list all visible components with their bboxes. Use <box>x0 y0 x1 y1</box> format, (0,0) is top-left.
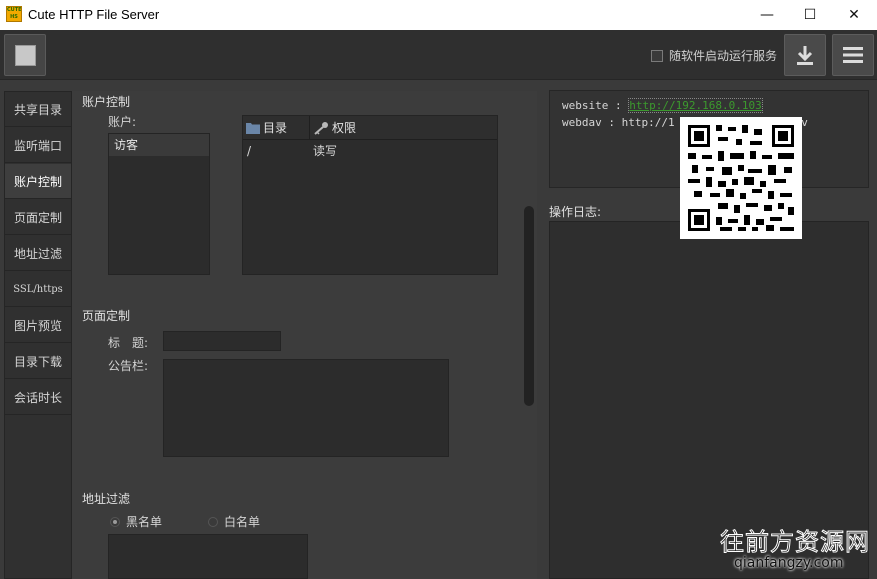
autostart-checkbox[interactable] <box>651 49 663 62</box>
sidebar-item-image-preview[interactable]: 图片预览 <box>5 308 71 343</box>
table-row[interactable]: / 读写 <box>243 140 497 162</box>
perm-column-header[interactable]: 权限 <box>310 116 497 139</box>
webdav-label: webdav : <box>562 116 622 129</box>
page-custom-section-title: 页面定制 <box>82 309 131 323</box>
app-logo-icon: CUTE HS <box>6 6 22 22</box>
minimize-button[interactable]: — <box>745 0 789 30</box>
stop-server-button[interactable] <box>4 34 46 76</box>
settings-scrollbar[interactable] <box>524 206 534 406</box>
address-filter-section-title: 地址过滤 <box>82 492 131 506</box>
sidebar-item-dir-download[interactable]: 目录下载 <box>5 344 71 379</box>
download-icon <box>797 46 813 65</box>
menu-button[interactable] <box>832 34 874 76</box>
autostart-option[interactable]: 随软件启动运行服务 <box>651 47 777 64</box>
stop-icon <box>15 45 36 66</box>
account-section-title: 账户控制 <box>82 95 131 109</box>
table-cell-perm: 读写 <box>313 144 338 158</box>
watermark-title: 往前方资源网 <box>720 528 870 557</box>
sidebar-item-address-filter[interactable]: 地址过滤 <box>5 236 71 271</box>
filter-address-list[interactable] <box>108 534 308 579</box>
dir-column-header[interactable]: 目录 <box>243 116 310 139</box>
watermark-url: qianfangzy.com <box>734 555 844 571</box>
log-label: 操作日志: <box>549 205 602 219</box>
sidebar-item-session-duration[interactable]: 会话时长 <box>5 380 71 415</box>
whitelist-radio[interactable] <box>208 516 219 527</box>
blacklist-label[interactable]: 黑名单 <box>126 513 162 530</box>
notice-textarea[interactable] <box>163 359 449 457</box>
accounts-label: 账户: <box>108 115 137 129</box>
folder-icon <box>246 122 260 134</box>
whitelist-label[interactable]: 白名单 <box>224 513 260 530</box>
title-label: 标 题: <box>108 336 149 350</box>
sidebar-item-page-custom[interactable]: 页面定制 <box>5 200 71 235</box>
sidebar-item-ssl[interactable]: SSL/https <box>5 272 71 307</box>
qr-code-icon <box>680 117 802 239</box>
sidebar-nav: 共享目录 监听端口 账户控制 页面定制 地址过滤 SSL/https 图片预览 … <box>4 91 72 579</box>
autostart-label: 随软件启动运行服务 <box>669 49 778 63</box>
table-cell-dir: / <box>247 144 252 158</box>
close-icon: ✕ <box>848 7 860 23</box>
title-input[interactable] <box>163 331 281 351</box>
blacklist-radio[interactable] <box>110 516 120 527</box>
webdav-url-start[interactable]: http://1 <box>622 116 675 129</box>
table-header: 目录 权限 <box>243 116 497 140</box>
filter-mode-group: 黑名单 白名单 <box>110 513 260 530</box>
key-icon <box>314 121 328 135</box>
download-button[interactable] <box>784 34 826 76</box>
notice-label: 公告栏: <box>108 359 149 373</box>
maximize-button[interactable]: ☐ <box>788 0 832 30</box>
hamburger-menu-icon <box>843 47 863 63</box>
maximize-icon: ☐ <box>803 7 817 23</box>
website-url-line: website : http://192.168.0.103 <box>562 98 763 113</box>
accounts-list[interactable]: 访客 <box>108 133 210 275</box>
permissions-table[interactable]: 目录 权限 / 读写 <box>242 115 498 275</box>
sidebar-item-listen-port[interactable]: 监听端口 <box>5 128 71 163</box>
title-bar: CUTE HS Cute HTTP File Server — ☐ ✕ <box>0 0 877 30</box>
website-url-link[interactable]: http://192.168.0.103 <box>628 98 763 113</box>
sidebar-item-account-control[interactable]: 账户控制 <box>5 164 71 199</box>
close-window-button[interactable]: ✕ <box>832 0 876 30</box>
settings-panel[interactable]: 账户控制 账户: 访客 目录 权限 / 读写 页面定制 标 题: 公告栏: 地址… <box>72 91 537 579</box>
list-item[interactable]: 访客 <box>109 134 209 156</box>
minimize-icon: — <box>760 7 774 23</box>
qr-code-image <box>688 125 794 231</box>
website-label: website : <box>562 99 629 112</box>
sidebar-item-shared-dirs[interactable]: 共享目录 <box>5 92 71 127</box>
window-title: Cute HTTP File Server <box>28 7 160 22</box>
